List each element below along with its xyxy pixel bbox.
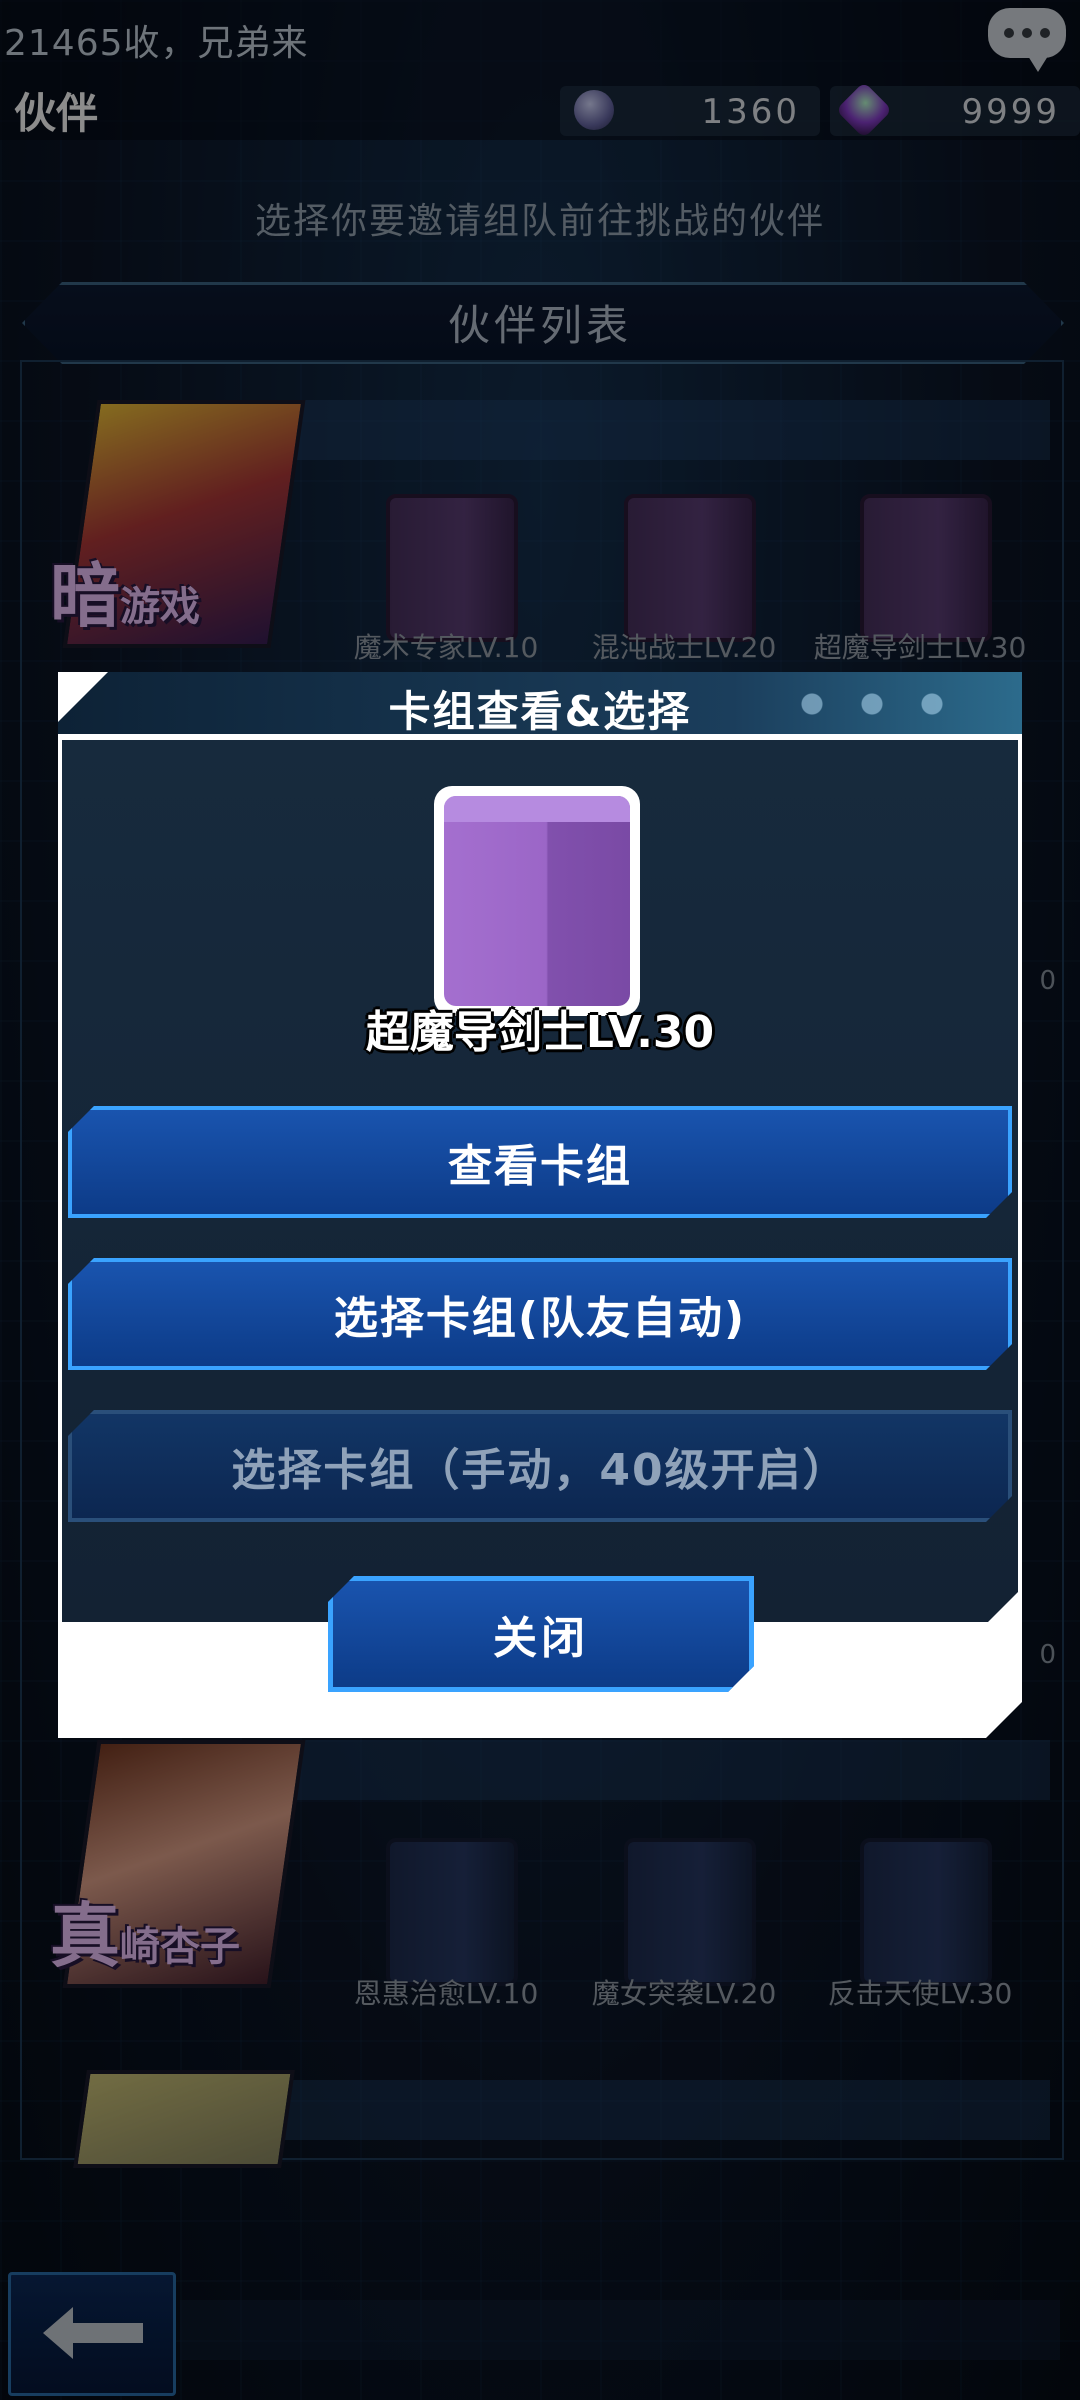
close-button[interactable]: 关闭 [328,1576,754,1692]
select-deck-auto-button[interactable]: 选择卡组(队友自动) [68,1258,1012,1370]
view-deck-button[interactable]: 查看卡组 [68,1106,1012,1218]
select-deck-manual-button[interactable]: 选择卡组（手动，40级开启） [68,1410,1012,1522]
selected-deck-name: 超魔导剑士LV.30 [365,1007,715,1058]
deck-select-dialog: 卡组查看&选择 超魔导剑士LV.30 查看卡组 选择卡组(队友自动) 选择卡组（… [58,672,1022,1738]
dialog-title: 卡组查看&选择 [388,687,692,736]
selected-deck-icon [434,786,640,1016]
